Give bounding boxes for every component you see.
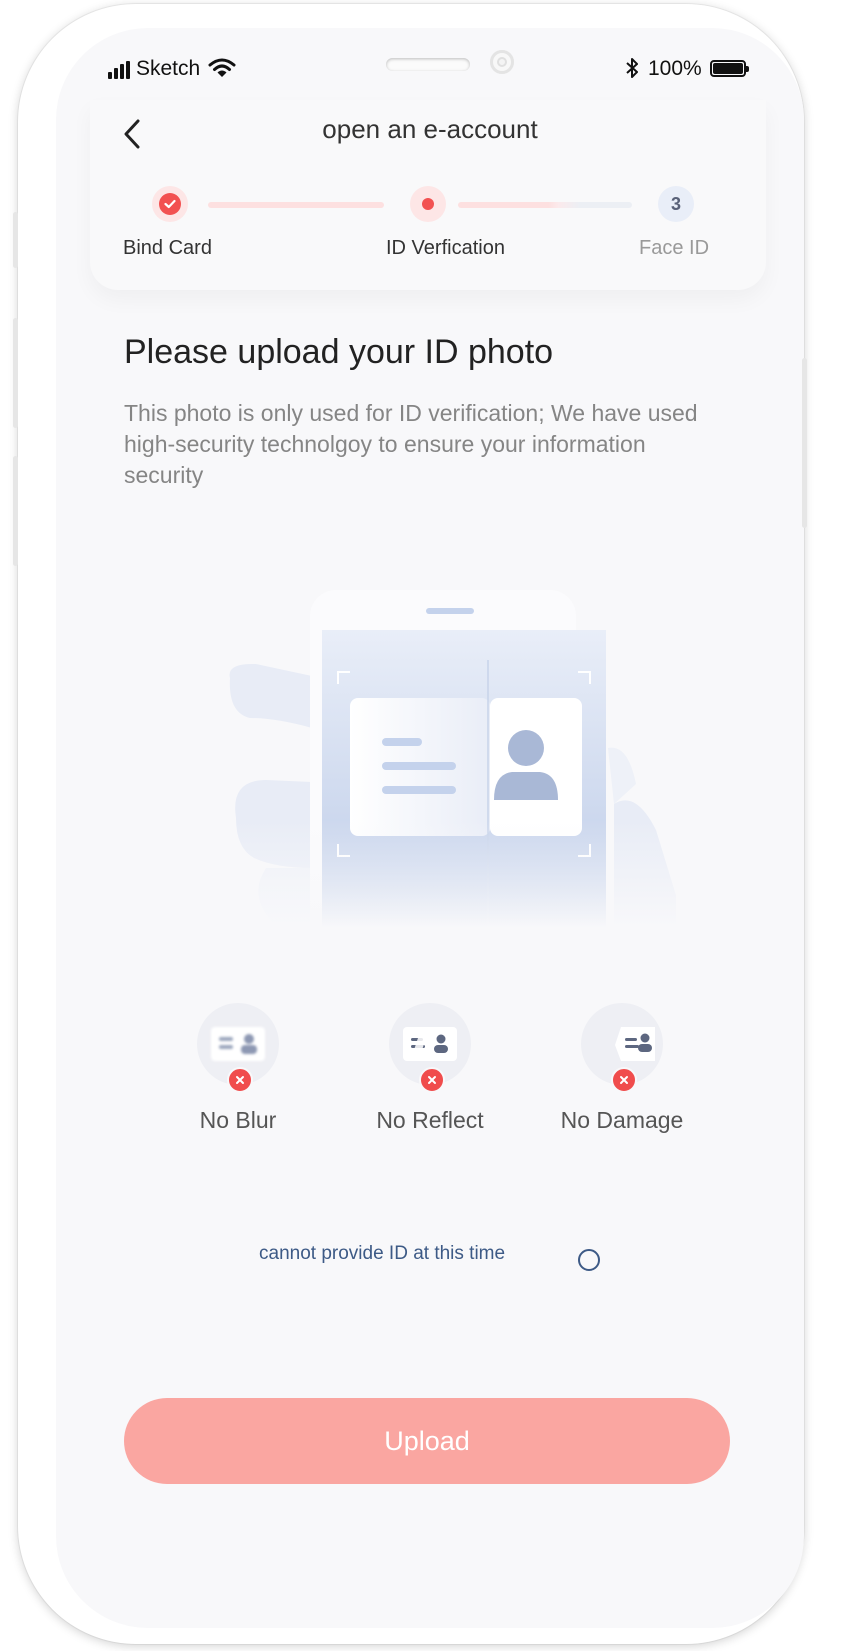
damaged-id-icon [581, 1003, 663, 1093]
error-x-icon [611, 1067, 637, 1093]
error-x-icon [227, 1067, 253, 1093]
carrier-name: Sketch [136, 57, 201, 80]
step-label-id-verification: ID Verfication [386, 237, 505, 259]
reflective-id-icon [389, 1003, 471, 1093]
step-1-done [152, 186, 188, 222]
no-id-radio[interactable] [578, 1249, 600, 1271]
page-title: open an e-account [322, 114, 538, 144]
upload-description: This photo is only used for ID verificat… [124, 400, 698, 488]
tip-label: No Reflect [376, 1107, 484, 1133]
step-connector-2 [458, 202, 632, 208]
step-connector-1 [208, 202, 384, 208]
error-x-icon [419, 1067, 445, 1093]
tip-label: No Blur [199, 1107, 277, 1133]
id-scan-illustration [216, 568, 676, 928]
tip-no-damage: No Damage [542, 1003, 702, 1134]
no-id-label[interactable]: cannot provide ID at this time [259, 1243, 505, 1265]
tip-no-reflect: No Reflect [350, 1003, 510, 1134]
battery-percentage: 100% [648, 57, 702, 80]
signal-icon [108, 61, 132, 79]
phone-frame: Sketch 100% open an e-account 3 Bind Car… [18, 4, 804, 1644]
upload-button[interactable]: Upload [124, 1398, 730, 1484]
tip-label: No Damage [560, 1107, 684, 1133]
wifi-icon [208, 58, 236, 77]
volume-up-button [13, 318, 18, 428]
volume-down-button [13, 456, 18, 566]
upload-heading: Please upload your ID photo [124, 333, 554, 371]
bluetooth-icon [626, 58, 638, 78]
app-screen: Sketch 100% open an e-account 3 Bind Car… [56, 28, 804, 1628]
power-button [802, 358, 807, 528]
blurred-id-icon [197, 1003, 279, 1093]
check-icon [164, 199, 176, 209]
tip-no-blur: No Blur [158, 1003, 318, 1134]
earpiece-speaker [386, 58, 470, 71]
status-bar: Sketch 100% [56, 28, 804, 98]
battery-icon [710, 60, 749, 77]
step-2-active [410, 186, 446, 222]
step-3-pending: 3 [658, 186, 694, 222]
front-camera [490, 50, 514, 74]
step-label-bind-card: Bind Card [123, 237, 212, 259]
mute-switch [13, 212, 18, 268]
step-label-face-id: Face ID [639, 237, 710, 259]
